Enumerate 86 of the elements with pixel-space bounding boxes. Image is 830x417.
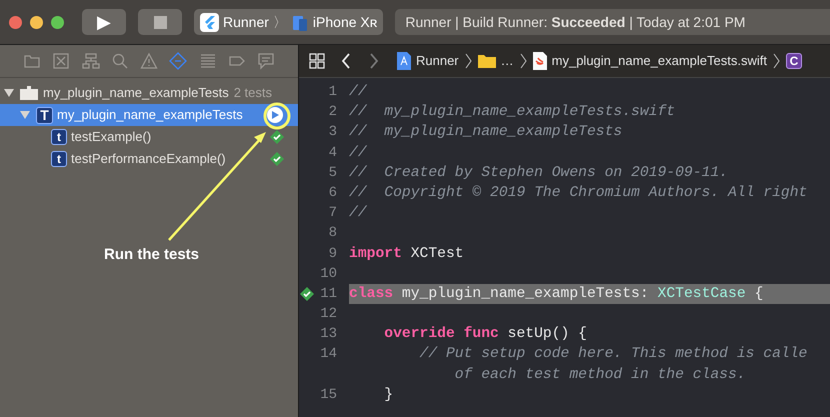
- chevron-icon: [464, 53, 472, 69]
- tree-row[interactable]: T my_plugin_name_exampleTests: [0, 104, 298, 126]
- line-number: 12: [320, 305, 337, 324]
- code-token: XCTestCase: [658, 284, 746, 304]
- device-icon: [290, 13, 309, 31]
- code-token: // my_plugin_name_exampleTests.swift: [349, 103, 676, 122]
- line-number: 1: [328, 83, 337, 102]
- annotation-label: Run the tests: [104, 245, 200, 265]
- test-name: testPerformanceExample(): [71, 150, 226, 168]
- play-icon: [271, 111, 279, 119]
- disclosure-triangle-icon[interactable]: [20, 110, 30, 120]
- chevron-icon: [772, 53, 780, 69]
- path-separator: 〉: [272, 12, 287, 32]
- code-token: //: [349, 83, 367, 102]
- bundle-icon: [20, 86, 38, 100]
- diamond-icon: [169, 52, 188, 70]
- breadcrumb-item[interactable]: my_plugin_name_exampleTests.swift: [552, 51, 767, 71]
- code-token: }: [383, 386, 394, 405]
- line-number: 13: [320, 325, 337, 344]
- stop-icon: [154, 16, 166, 28]
- code-token: setUp() {: [506, 325, 587, 344]
- line-number: 6: [328, 184, 337, 203]
- speech-bubble-icon: [257, 52, 275, 70]
- run-tests-button[interactable]: [267, 107, 283, 123]
- check-diamond-icon: [300, 286, 314, 301]
- build-status-text: Runner | Build Runner: Succeeded | Today at 2:01 PM: [405, 12, 746, 32]
- code-token: // Put setup code here. This method is calle: [418, 345, 808, 364]
- minimize-button[interactable]: [30, 16, 43, 28]
- list-icon: [198, 52, 216, 70]
- code-token: //: [349, 204, 367, 224]
- line-number: 3: [328, 123, 337, 142]
- breadcrumb-item[interactable]: Runner: [416, 51, 459, 71]
- code-token: import: [349, 244, 402, 264]
- hierarchy-icon: [82, 52, 100, 70]
- line-number: 4: [328, 144, 337, 163]
- folder-icon: [478, 54, 496, 68]
- class-badge-icon: C: [786, 53, 802, 69]
- line-number: 5: [328, 164, 337, 183]
- test-name: testExample(): [71, 128, 152, 146]
- code-token: {: [753, 284, 764, 304]
- line-number: 8: [328, 224, 337, 244]
- line-number: 15: [320, 386, 337, 405]
- code-token: // Copyright © 2019 The Chromium Authors. All right: [349, 184, 808, 203]
- back-icon[interactable]: [341, 53, 351, 69]
- breadcrumb-item[interactable]: …: [500, 51, 514, 71]
- test-badge-icon: t: [51, 129, 67, 145]
- project-file-icon: [397, 52, 411, 70]
- test-name: my_plugin_name_exampleTests: [57, 106, 243, 124]
- test-name: my_plugin_name_exampleTests: [43, 84, 229, 102]
- code-token: XCTest: [410, 244, 464, 264]
- line-number: 11: [320, 284, 337, 304]
- grid-icon[interactable]: [309, 53, 325, 69]
- code-token: // my_plugin_name_exampleTests: [349, 123, 622, 142]
- line-number: 10: [320, 264, 337, 284]
- code-token: override func: [383, 325, 499, 344]
- line-number: 9: [328, 244, 337, 264]
- device-name: iPhone Xʀ: [312, 12, 378, 32]
- crossed-square-icon: [52, 52, 70, 70]
- disclosure-triangle-icon[interactable]: [4, 88, 14, 98]
- line-number: 7: [328, 204, 337, 224]
- check-diamond-icon: [270, 152, 284, 166]
- check-diamond-icon: [270, 130, 284, 144]
- run-button[interactable]: ▶: [82, 9, 126, 35]
- close-button[interactable]: [9, 16, 22, 28]
- test-badge-icon: T: [36, 106, 53, 124]
- code-token: my_plugin_name_exampleTests:: [400, 284, 650, 304]
- test-count: 2 tests: [234, 84, 272, 102]
- scheme-name: Runner: [223, 12, 269, 32]
- code-token: of each test method in the class.: [454, 366, 746, 385]
- tree-row[interactable]: my_plugin_name_exampleTests 2 tests: [0, 82, 298, 104]
- scheme-selector[interactable]: Runner 〉 iPhone Xʀ: [194, 9, 384, 35]
- stop-button[interactable]: [138, 9, 182, 35]
- code-token: //: [349, 144, 367, 163]
- flutter-logo-icon: [200, 12, 219, 32]
- swift-file-icon: [532, 52, 547, 70]
- code-token: // Created by Stephen Owens on 2019-09-11.: [349, 164, 728, 183]
- line-number: 2: [328, 103, 337, 122]
- test-badge-icon: t: [51, 151, 67, 167]
- line-number: 14: [320, 345, 337, 364]
- zoom-button[interactable]: [51, 16, 64, 28]
- code-token: class: [349, 284, 394, 304]
- search-icon: [110, 52, 129, 70]
- warning-icon: [140, 52, 158, 70]
- chevron-icon: [520, 53, 527, 69]
- tree-row[interactable]: t testPerformanceExample(): [0, 148, 298, 170]
- forward-icon[interactable]: [369, 53, 379, 69]
